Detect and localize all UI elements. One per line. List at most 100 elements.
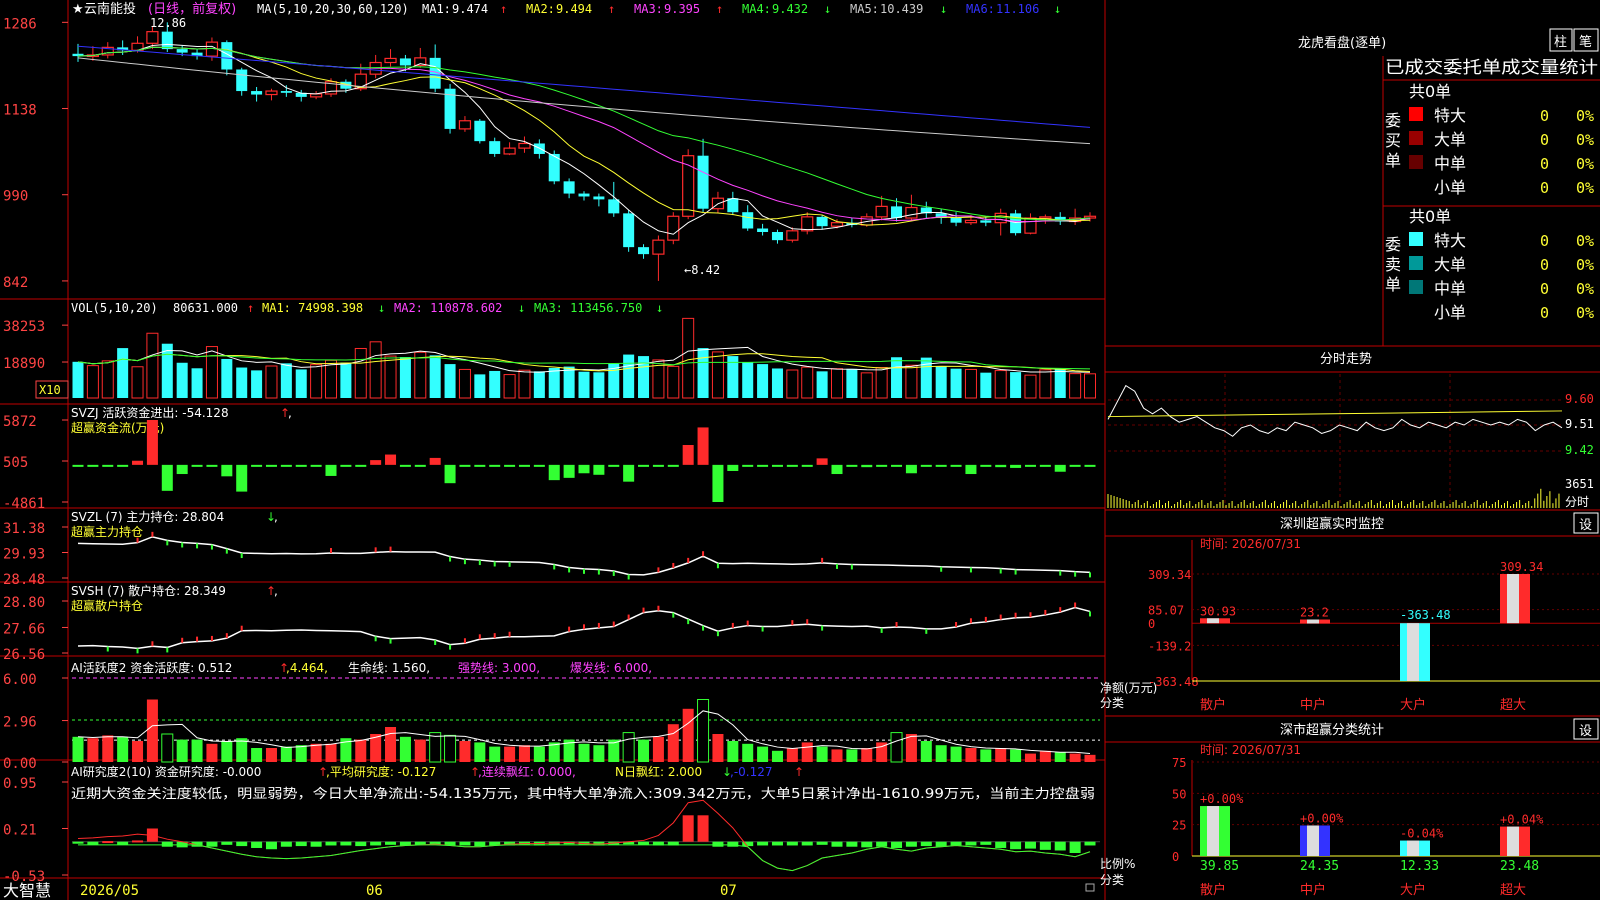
volume-bar-up[interactable] <box>131 366 144 399</box>
svzl-chart[interactable] <box>77 531 1091 580</box>
svzj-bar[interactable] <box>861 464 873 468</box>
ai-research-bar[interactable] <box>340 841 352 846</box>
candle-down[interactable] <box>771 232 783 241</box>
svzj-bar[interactable] <box>638 464 650 467</box>
lhb-tabs[interactable]: 已成交委托单成交量统计 <box>1385 58 1598 78</box>
ai-activity-bar[interactable] <box>355 739 367 762</box>
volume-bar-up[interactable] <box>1083 373 1097 399</box>
volume-bar-up[interactable] <box>518 369 531 399</box>
sc-stat-chart[interactable]: 75 50 25 0 +0.00% 39.85 散户 +0.00% 24.35 中户 -0.04% 1… <box>1172 756 1600 898</box>
svzj-bar[interactable] <box>489 464 501 467</box>
svzj-bar[interactable] <box>370 460 382 465</box>
ai-research-bar[interactable] <box>102 841 114 844</box>
volume-bar-up[interactable] <box>711 351 724 399</box>
sz-monitor-chart[interactable]: 309.3485.070-139.2-363.4830.93散户23.2中户-3… <box>1148 560 1600 713</box>
svzj-bar[interactable] <box>429 457 441 465</box>
volume-bar-up[interactable] <box>875 367 888 399</box>
ai-activity-bar[interactable] <box>593 745 605 762</box>
ai-research-bar[interactable] <box>355 841 367 847</box>
svzj-bar[interactable] <box>563 464 575 478</box>
svzj-bar[interactable] <box>325 464 337 476</box>
svzj-bar[interactable] <box>801 464 813 467</box>
volume-bar-down[interactable] <box>697 348 709 398</box>
candle-down[interactable] <box>474 120 486 142</box>
volume-bar-up[interactable] <box>369 341 382 399</box>
ai-research-bar[interactable] <box>1010 841 1022 850</box>
ai-research-bar[interactable] <box>831 841 843 847</box>
candle-down[interactable] <box>697 155 709 209</box>
candle-up[interactable] <box>652 239 665 255</box>
ai-research-bar[interactable] <box>950 841 962 846</box>
ai-research-bar[interactable] <box>771 841 783 846</box>
ai-research-bar[interactable] <box>995 841 1007 848</box>
volume-bar-up[interactable] <box>384 355 397 399</box>
svzj-bar[interactable] <box>697 427 709 465</box>
candlestick-chart[interactable] <box>72 22 1097 281</box>
ai-activity-bar[interactable] <box>846 749 858 762</box>
svzj-bar[interactable] <box>905 464 917 474</box>
volume-bar-up[interactable] <box>146 332 159 399</box>
ai-activity-bar[interactable] <box>265 748 277 762</box>
candle-down[interactable] <box>950 218 962 223</box>
ai-research-bar[interactable] <box>861 841 873 848</box>
ai-activity-bar[interactable] <box>489 746 501 762</box>
svzj-bar[interactable] <box>593 464 605 475</box>
svzj-bar[interactable] <box>72 464 84 467</box>
ai-activity-bar[interactable] <box>251 748 263 762</box>
ai-research-panel[interactable]: AI研究度2(10) 资金研究度: -0.000 ↑ ,平均研究度: -0.12… <box>3 764 1100 885</box>
volume-bar-up[interactable] <box>682 317 695 399</box>
svzj-bar[interactable] <box>950 464 962 467</box>
svzj-bar[interactable] <box>474 464 486 467</box>
ai-activity-bar[interactable] <box>444 734 457 763</box>
svzj-bar[interactable] <box>295 464 307 467</box>
svzl-panel[interactable]: SVZL (7) 主力持仓: 28.804 ↓ , 超赢主力持仓 31.3829… <box>3 509 1091 588</box>
volume-bar-up[interactable] <box>1039 369 1052 399</box>
svzj-bar[interactable] <box>146 420 158 465</box>
svzj-bar[interactable] <box>727 464 739 471</box>
ai-activity-bar[interactable] <box>533 746 545 762</box>
volume-panel[interactable]: VOL(5,10,20) 80631.000 ↑ MA1: 74998.398 … <box>3 301 1097 399</box>
ai-activity-bar[interactable] <box>459 741 471 762</box>
volume-bar-down[interactable] <box>623 354 635 398</box>
ai-research-chart[interactable] <box>72 799 1100 872</box>
volume-bar-down[interactable] <box>638 356 650 398</box>
sz-monitor-panel[interactable]: 深圳超赢实时监控 设 时间: 2026/07/31 309.34 85.070 -1… <box>1100 512 1600 713</box>
ai-activity-bar[interactable] <box>385 727 397 762</box>
volume-bar-up[interactable] <box>994 370 1007 399</box>
ai-activity-bar[interactable] <box>861 748 873 762</box>
volume-bar-up[interactable] <box>86 365 99 399</box>
volume-bar-up[interactable] <box>101 360 114 399</box>
volume-bar-up[interactable] <box>503 374 516 399</box>
svzj-bar[interactable] <box>310 464 322 467</box>
ai-activity-bar[interactable] <box>742 743 754 762</box>
ai-activity-bar[interactable] <box>831 749 843 762</box>
svzj-bar[interactable] <box>771 464 783 467</box>
svzj-bar[interactable] <box>816 458 828 465</box>
svzj-bar[interactable] <box>221 464 233 477</box>
ai-research-bar[interactable] <box>206 841 218 847</box>
candle-down[interactable] <box>727 198 739 213</box>
svzj-bar[interactable] <box>1024 464 1036 467</box>
candle-down[interactable] <box>757 228 769 232</box>
intraday-chart[interactable] <box>1107 374 1563 508</box>
ai-activity-bar[interactable] <box>935 745 947 762</box>
candle-down[interactable] <box>399 58 411 66</box>
ai-activity-bar[interactable] <box>87 738 99 762</box>
volume-bar-down[interactable] <box>771 368 783 398</box>
volume-bar-down[interactable] <box>891 357 903 398</box>
lhb-panel[interactable]: 龙虎看盘(逐单) 柱 笔 已成交委托单成交量统计 共0单委买单特大 0 0%大单 0 0… <box>1298 28 1599 322</box>
candle-up[interactable] <box>905 206 918 219</box>
volume-bar-down[interactable] <box>444 364 456 398</box>
svzj-bar[interactable] <box>965 464 977 475</box>
ai-research-bar[interactable] <box>712 841 724 847</box>
ai-research-bar[interactable] <box>786 841 798 846</box>
svzj-bar[interactable] <box>132 460 144 465</box>
ai-research-bar[interactable] <box>682 815 694 842</box>
svzj-bar[interactable] <box>102 464 114 467</box>
ai-research-bar[interactable] <box>1084 841 1096 846</box>
volume-bar-down[interactable] <box>980 372 992 398</box>
candle-up[interactable] <box>384 57 397 64</box>
ai-research-bar[interactable] <box>385 841 397 845</box>
candle-down[interactable] <box>891 206 903 219</box>
ai-activity-panel[interactable]: AI活跃度2 资金活跃度: 0.512 ↑ ,4.464, 生命线: 1.560… <box>3 660 1100 772</box>
